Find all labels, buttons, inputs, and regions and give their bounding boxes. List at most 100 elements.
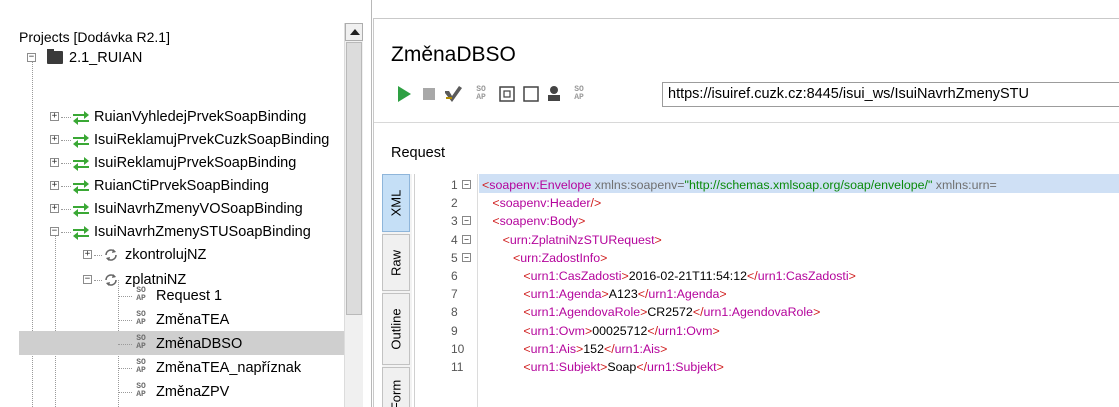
tab-xml[interactable]: XML <box>382 174 410 232</box>
operation-icon <box>103 272 119 288</box>
tree-connector <box>118 320 132 321</box>
binding-label: IsuiReklamujPrvekCuzkSoapBinding <box>94 132 330 148</box>
expand-icon[interactable]: + <box>50 181 59 190</box>
tree-request-node[interactable]: SO AP ZměnaZPV <box>118 381 348 403</box>
soap-binding-icon <box>72 201 90 217</box>
binding-label: RuianVyhledejPrvekSoapBinding <box>94 109 307 125</box>
line-number: 1 <box>451 178 458 192</box>
tab-raw[interactable]: Raw <box>382 234 410 291</box>
soap-request-icon: SO AP <box>136 286 146 303</box>
xml-code-editor[interactable]: 1−2 3−4−5−6 7 8 9 10 11 <soapenv:Envelope xmln… <box>414 174 1119 407</box>
line-number: 7 <box>451 287 458 302</box>
tree-title: Projects [Dodávka R2.1] <box>19 29 170 45</box>
soap-binding-icon <box>72 132 90 148</box>
tree-request-node[interactable]: SO AP ZměnaDBSO <box>118 333 348 355</box>
scroll-thumb[interactable] <box>346 42 362 315</box>
fit-window-icon[interactable] <box>497 84 517 104</box>
soap-request-icon: SO AP <box>136 334 146 351</box>
editor-side-tabs: XML Raw Outline Form <box>382 174 412 407</box>
tree-request-node[interactable]: SO AP Request 1 <box>118 285 348 307</box>
tree-project-node[interactable]: − 2.1_RUIAN <box>27 47 347 69</box>
user-icon[interactable] <box>544 84 564 104</box>
tree-binding-node[interactable]: + IsuiNavrhZmenyVOSoapBinding <box>50 198 350 220</box>
tree-connector <box>94 280 102 281</box>
line-number: 4 <box>451 232 458 247</box>
tab-outline[interactable]: Outline <box>382 293 410 365</box>
expand-icon[interactable]: + <box>50 135 59 144</box>
tree-connector <box>118 392 132 393</box>
endpoint-url-field[interactable]: https://isuiref.cuzk.cz:8445/isui_ws/Isu… <box>662 82 1119 107</box>
line-number-gutter: 1−2 3−4−5−6 7 8 9 10 11 <box>415 174 478 407</box>
expand-icon[interactable]: + <box>83 250 92 259</box>
operation-label: zkontrolujNZ <box>125 247 207 263</box>
soap-icon[interactable]: SO AP <box>471 86 491 106</box>
code-line: <urn1:CasZadosti>2016-02-21T11:54:12</ur… <box>523 269 856 283</box>
request-editor: ZměnaDBSO SO AP SO AP https://isuiref.cuzk… <box>373 18 1119 407</box>
tree-request-node[interactable]: SO AP ZměnaTEA_napříznak <box>118 357 348 379</box>
soap-request-icon: SO AP <box>136 382 146 399</box>
tree-connector <box>118 296 132 297</box>
expand-icon[interactable]: + <box>50 158 59 167</box>
collapse-icon[interactable]: − <box>27 53 36 62</box>
code-line: <urn1:Agenda>A123</urn1:Agenda> <box>523 287 727 302</box>
tree-request-node[interactable]: SO AP ZměnaTEA <box>118 309 348 331</box>
tree-connector <box>61 140 71 141</box>
expand-icon[interactable]: + <box>50 204 59 213</box>
code-line: <urn1:Ais>152</urn1:Ais> <box>523 341 668 356</box>
request-label: ZměnaTEA_napříznak <box>156 360 302 376</box>
tree-connector <box>61 186 71 187</box>
line-number: 6 <box>451 269 458 283</box>
folder-icon <box>47 49 63 64</box>
stop-icon[interactable] <box>419 84 439 104</box>
tab-form[interactable]: Form <box>382 367 410 407</box>
soap-binding-icon <box>72 178 90 194</box>
code-line: <urn1:AgendovaRole>CR2572</urn1:Agendova… <box>523 305 821 320</box>
checkbox-icon[interactable] <box>521 84 541 104</box>
tree-binding-node[interactable]: + RuianVyhledejPrvekSoapBinding <box>50 106 350 128</box>
line-number: 8 <box>451 305 458 320</box>
validate-icon[interactable] <box>443 84 463 104</box>
fold-toggle-icon[interactable]: − <box>462 180 471 189</box>
binding-label: IsuiNavrhZmenyVOSoapBinding <box>94 201 303 217</box>
line-number: 9 <box>451 323 458 338</box>
line-number: 5 <box>451 250 458 265</box>
line-number: 10 <box>451 341 465 356</box>
editor-title: ZměnaDBSO <box>391 43 516 66</box>
operation-icon <box>103 247 119 263</box>
fold-toggle-icon[interactable]: − <box>462 252 471 262</box>
tree-scrollbar[interactable] <box>344 23 363 407</box>
code-line: <soapenv:Envelope xmlns:soapenv="http://… <box>482 178 997 192</box>
collapse-icon[interactable]: − <box>83 275 92 284</box>
divider <box>374 122 1119 123</box>
request-label: ZměnaDBSO <box>156 336 243 352</box>
code-line: <soapenv:Header/> <box>492 196 602 211</box>
scroll-up-arrow-icon[interactable] <box>345 23 363 41</box>
tree-operation-node[interactable]: + zkontrolujNZ <box>83 244 343 266</box>
request-label: ZměnaTEA <box>156 312 230 328</box>
fold-toggle-icon[interactable]: − <box>462 216 471 226</box>
soap-icon[interactable]: SO AP <box>569 86 589 106</box>
run-icon[interactable] <box>394 84 414 104</box>
project-label: 2.1_RUIAN <box>69 50 143 66</box>
tree-connector <box>94 255 102 256</box>
tree-connector <box>61 163 71 164</box>
tree-binding-node[interactable]: + RuianCtiPrvekSoapBinding <box>50 175 350 197</box>
soap-binding-icon <box>72 224 90 240</box>
project-tree-panel: Projects [Dodávka R2.1] − 2.1_RUIAN + Rui… <box>0 0 372 407</box>
code-line: <urn:ZplatniNzSTURequest> <box>502 232 662 247</box>
expand-icon[interactable]: + <box>50 112 59 121</box>
request-toolbar: SO AP SO AP https://isuiref.cuzk.cz:8445/i… <box>391 82 1119 107</box>
fold-toggle-icon[interactable]: − <box>462 234 471 244</box>
tree-binding-node[interactable]: + IsuiReklamujPrvekSoapBinding <box>50 152 350 174</box>
soap-binding-icon <box>72 155 90 171</box>
code-line: <urn1:Subjekt>Soap</urn1:Subjekt> <box>523 360 724 374</box>
request-label: ZměnaZPV <box>156 384 230 400</box>
tree-binding-node[interactable]: − IsuiNavrhZmenySTUSoapBinding <box>50 221 350 243</box>
collapse-icon[interactable]: − <box>50 227 59 236</box>
tree-connector <box>118 368 132 369</box>
soap-binding-icon <box>72 109 90 125</box>
tree-connector <box>118 344 132 345</box>
binding-label: IsuiReklamujPrvekSoapBinding <box>94 155 297 171</box>
tree-connector <box>61 117 71 118</box>
tree-binding-node[interactable]: + IsuiReklamujPrvekCuzkSoapBinding <box>50 129 350 151</box>
